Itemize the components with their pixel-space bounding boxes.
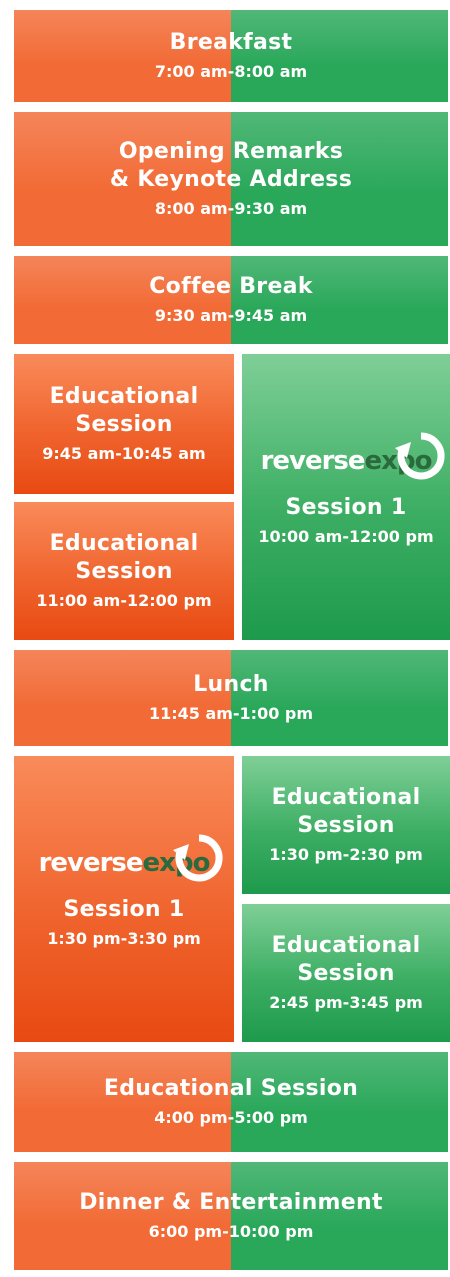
schedule-block-lunch: Lunch 11:45 am-1:00 pm [14, 650, 448, 746]
schedule-block-educational-session-1: Educational Session 9:45 am-10:45 am [14, 354, 234, 494]
block-time: 2:45 pm-3:45 pm [269, 993, 423, 1012]
block-time: 10:00 am-12:00 pm [258, 527, 434, 546]
schedule-block-educational-session-5: Educational Session 4:00 pm-5:00 pm [14, 1052, 448, 1152]
circular-arrow-icon [173, 834, 223, 882]
block-title: Opening Remarks & Keynote Address [109, 139, 353, 192]
block-title: Breakfast [169, 30, 293, 55]
reverse-expo-logo: reverse expo [260, 432, 445, 480]
block-title: Educational Session [49, 384, 199, 437]
block-title: Educational Session [271, 785, 421, 838]
block-title: Lunch [193, 672, 269, 697]
block-title: Educational Session [49, 531, 199, 584]
block-title: Dinner & Entertainment [79, 1190, 383, 1215]
block-title: Session 1 [285, 495, 407, 520]
block-time: 1:30 pm-2:30 pm [269, 845, 423, 864]
schedule-block-breakfast: Breakfast 7:00 am-8:00 am [14, 10, 448, 102]
schedule-block-coffee-break: Coffee Break 9:30 am-9:45 am [14, 256, 448, 344]
block-title: Educational Session [103, 1076, 359, 1101]
block-time: 6:00 pm-10:00 pm [148, 1222, 314, 1241]
schedule-block-dinner-entertainment: Dinner & Entertainment 6:00 pm-10:00 pm [14, 1162, 448, 1270]
reverse-expo-logo: reverse expo [38, 834, 223, 882]
schedule-block-reverse-expo-session-pm: reverse expo Session 1 1:30 pm-3:30 pm [14, 756, 234, 1042]
logo-text-reverse: reverse [260, 446, 366, 476]
circular-arrow-icon [395, 432, 445, 480]
logo-text-reverse: reverse [38, 848, 144, 878]
schedule-block-opening-remarks: Opening Remarks & Keynote Address 8:00 a… [14, 112, 448, 246]
block-time: 11:00 am-12:00 pm [36, 591, 212, 610]
block-title: Educational Session [271, 933, 421, 986]
block-title: Coffee Break [149, 274, 313, 299]
block-time: 4:00 pm-5:00 pm [154, 1108, 308, 1127]
block-time: 11:45 am-1:00 pm [148, 704, 314, 723]
block-time: 7:00 am-8:00 am [154, 62, 308, 81]
block-time: 8:00 am-9:30 am [154, 199, 308, 218]
block-time: 9:30 am-9:45 am [154, 306, 308, 325]
schedule-block-reverse-expo-session-am: reverse expo Session 1 10:00 am-12:00 pm [242, 354, 450, 640]
block-time: 9:45 am-10:45 am [42, 444, 206, 463]
schedule-block-educational-session-2: Educational Session 11:00 am-12:00 pm [14, 502, 234, 640]
block-title: Session 1 [63, 897, 185, 922]
schedule-block-educational-session-3: Educational Session 1:30 pm-2:30 pm [242, 756, 450, 894]
schedule-block-educational-session-4: Educational Session 2:45 pm-3:45 pm [242, 904, 450, 1042]
block-time: 1:30 pm-3:30 pm [47, 929, 201, 948]
